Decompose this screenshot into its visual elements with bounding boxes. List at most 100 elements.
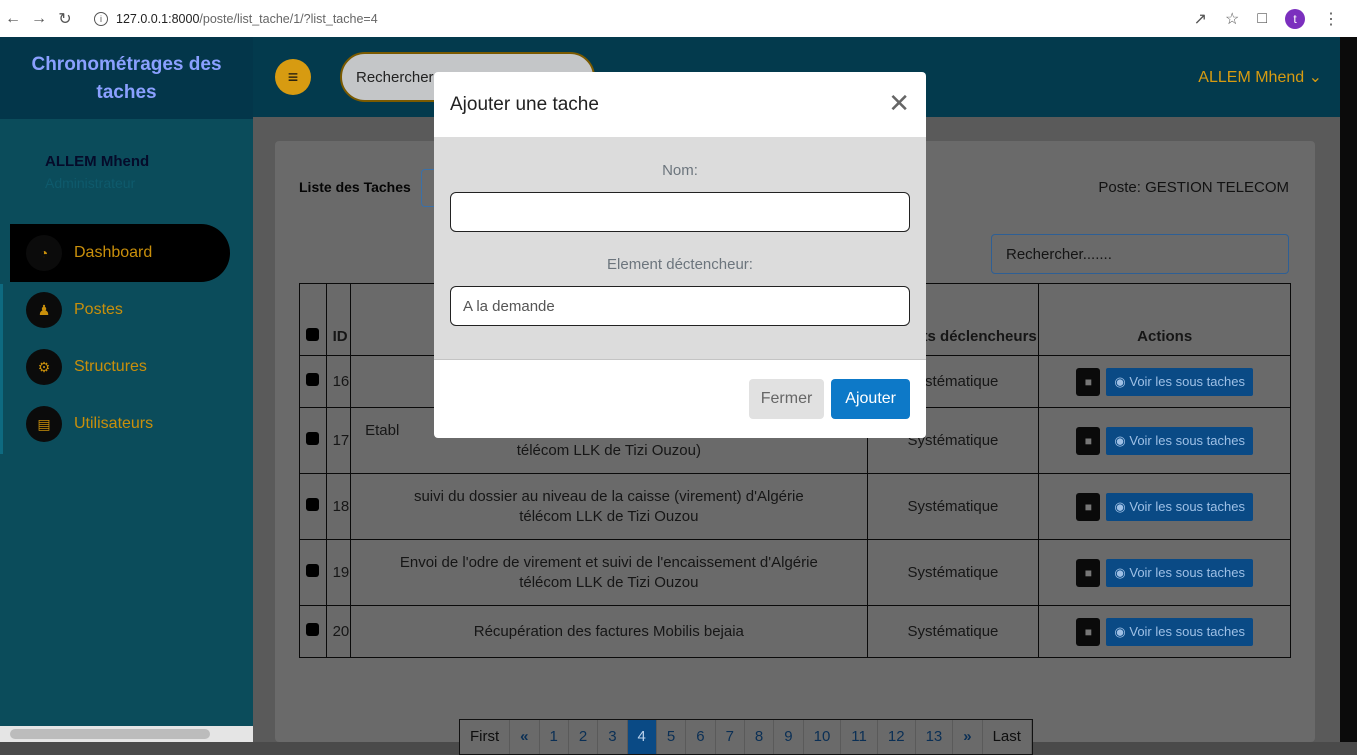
row-id: 16 [325,355,352,408]
row-element: Systématique [866,539,1040,606]
close-icon[interactable]: ✕ [888,90,910,116]
page-link[interactable]: 10 [804,720,842,754]
page-link[interactable]: 12 [878,720,916,754]
row-nom-line2: télécom LLK de Tizi Ouzou) [516,441,701,459]
add-task-button[interactable] [421,169,435,207]
row-id: 18 [325,473,352,540]
row-nom-line2: télécom LLK de Tizi Ouzou [519,573,699,591]
row-nom: suivi du dossier au niveau de la caisse … [350,473,868,540]
row-element: Systématique [866,473,1040,540]
sidebar-user-name: ALLEM Mhend [45,153,150,170]
nom-field[interactable] [450,192,910,232]
element-label: Element déctencheur: [607,256,753,273]
ajouter-button[interactable]: Ajouter [831,379,910,419]
trash-icon[interactable]: ■ [1076,558,1101,587]
sidebar-item-utilisateurs[interactable]: ▤ Utilisateurs [10,395,230,453]
share-icon[interactable]: ↗ [1194,9,1207,29]
brand-title: Chronométrages des taches [0,37,253,119]
table-row: 20 Récupération des factures Mobilis bej… [299,605,1291,658]
modal-header: Ajouter une tache [434,72,926,138]
element-field[interactable]: A la demande [450,286,910,326]
page-link[interactable]: 2 [569,720,599,754]
page-link[interactable]: 11 [841,720,878,754]
page-link-current[interactable]: 4 [627,720,657,754]
voir-sous-taches-button[interactable]: ◉ Voir les sous taches [1106,492,1253,521]
row-nom: Envoi de l'odre de virement et suivi de … [350,539,868,606]
voir-label: Voir les sous taches [1129,498,1245,514]
sidebar-item-label: Postes [74,301,123,318]
page-link[interactable]: 1 [540,720,569,754]
horizontal-scrollbar[interactable] [0,726,253,742]
row-checkbox[interactable] [299,473,327,540]
poste-label: Poste: GESTION TELECOM [1098,179,1289,196]
sidebar-item-structures[interactable]: ⚙ Structures [10,338,230,396]
url-path: /poste/list_tache/1/?list_tache=4 [199,11,378,26]
url-host: 127.0.0.1:8000 [116,11,200,26]
header-actions: Actions [1038,283,1291,356]
sidebar-user-role: Administrateur [45,175,136,191]
sidebar-item-label: Dashboard [74,244,153,261]
table-row: 18 suivi du dossier au niveau de la cais… [299,473,1291,540]
page-link[interactable]: 3 [598,720,628,754]
chevron-down-icon: ⌄ [1308,69,1322,86]
page-link[interactable]: 8 [745,720,775,754]
info-icon[interactable]: i [94,11,108,26]
vertical-scrollbar[interactable] [1340,37,1357,742]
page-link[interactable]: 6 [686,720,716,754]
table-search-input[interactable]: Rechercher....... [991,234,1289,274]
page-link[interactable]: 5 [657,720,687,754]
kebab-menu-icon[interactable]: ⋮ [1323,9,1339,29]
page-link[interactable]: 9 [774,720,804,754]
page-prev[interactable]: « [510,720,540,754]
voir-sous-taches-button[interactable]: ◉ Voir les sous taches [1106,367,1253,396]
trash-icon[interactable]: ■ [1076,426,1101,455]
row-checkbox[interactable] [299,605,327,658]
row-nom: Récupération des factures Mobilis bejaia [350,605,868,658]
select-all-checkbox[interactable] [299,283,327,356]
sidebar-item-postes[interactable]: ♟ Postes [10,281,230,339]
trash-icon[interactable]: ■ [1076,617,1101,646]
sidebar-item-label: Utilisateurs [74,415,154,432]
sidebar: Chronométrages des taches ALLEM Mhend Ad… [0,37,253,742]
page-link[interactable]: 7 [716,720,745,754]
row-nom-line1: suivi du dossier au niveau de la caisse … [413,487,804,505]
voir-label: Voir les sous taches [1129,623,1245,639]
voir-sous-taches-button[interactable]: ◉ Voir les sous taches [1106,558,1253,587]
sidebar-item-dashboard[interactable]: ◔ Dashboard [10,224,230,282]
top-user-label: ALLEM Mhend [1198,69,1305,86]
row-checkbox[interactable] [299,407,327,474]
voir-label: Voir les sous taches [1129,432,1245,448]
voir-sous-taches-button[interactable]: ◉ Voir les sous taches [1106,617,1253,646]
back-arrow-icon[interactable]: ← [0,10,26,28]
pagination: First « 1 2 3 4 5 6 7 8 9 10 11 12 13 » … [459,719,1033,755]
row-id: 17 [325,407,352,474]
scrollbar-thumb[interactable] [10,729,210,739]
chart-icon: ▤ [26,406,62,442]
page-link[interactable]: 13 [916,720,954,754]
row-id: 19 [325,539,352,606]
fermer-button[interactable]: Fermer [748,379,825,419]
address-bar[interactable]: i 127.0.0.1:8000/poste/list_tache/1/?lis… [94,11,378,26]
row-checkbox[interactable] [299,355,327,408]
profile-avatar[interactable]: t [1285,8,1305,29]
forward-arrow-icon[interactable]: → [26,10,52,28]
voir-label: Voir les sous taches [1129,564,1245,580]
row-element: Systématique [866,605,1040,658]
modal-body: Nom: Element déctencheur: A la demande [434,138,926,360]
row-id: 20 [325,605,352,658]
trash-icon[interactable]: ■ [1076,492,1101,521]
voir-sous-taches-button[interactable]: ◉ Voir les sous taches [1106,426,1253,455]
page-last[interactable]: Last [983,720,1032,754]
row-checkbox[interactable] [299,539,327,606]
star-icon[interactable]: ☆ [1225,9,1239,29]
header-id: ID [325,283,352,356]
side-panel-icon[interactable]: □ [1257,10,1267,28]
top-user-menu[interactable]: ALLEM Mhend ⌄ [1198,67,1322,87]
trash-icon[interactable]: ■ [1076,367,1101,396]
reload-icon[interactable]: ↻ [52,9,78,29]
menu-toggle-button[interactable]: ≡ [275,59,311,95]
hamburger-icon: ≡ [287,66,299,87]
page-next[interactable]: » [953,720,983,754]
gauge-icon: ◔ [26,235,62,271]
page-first[interactable]: First [460,720,511,754]
